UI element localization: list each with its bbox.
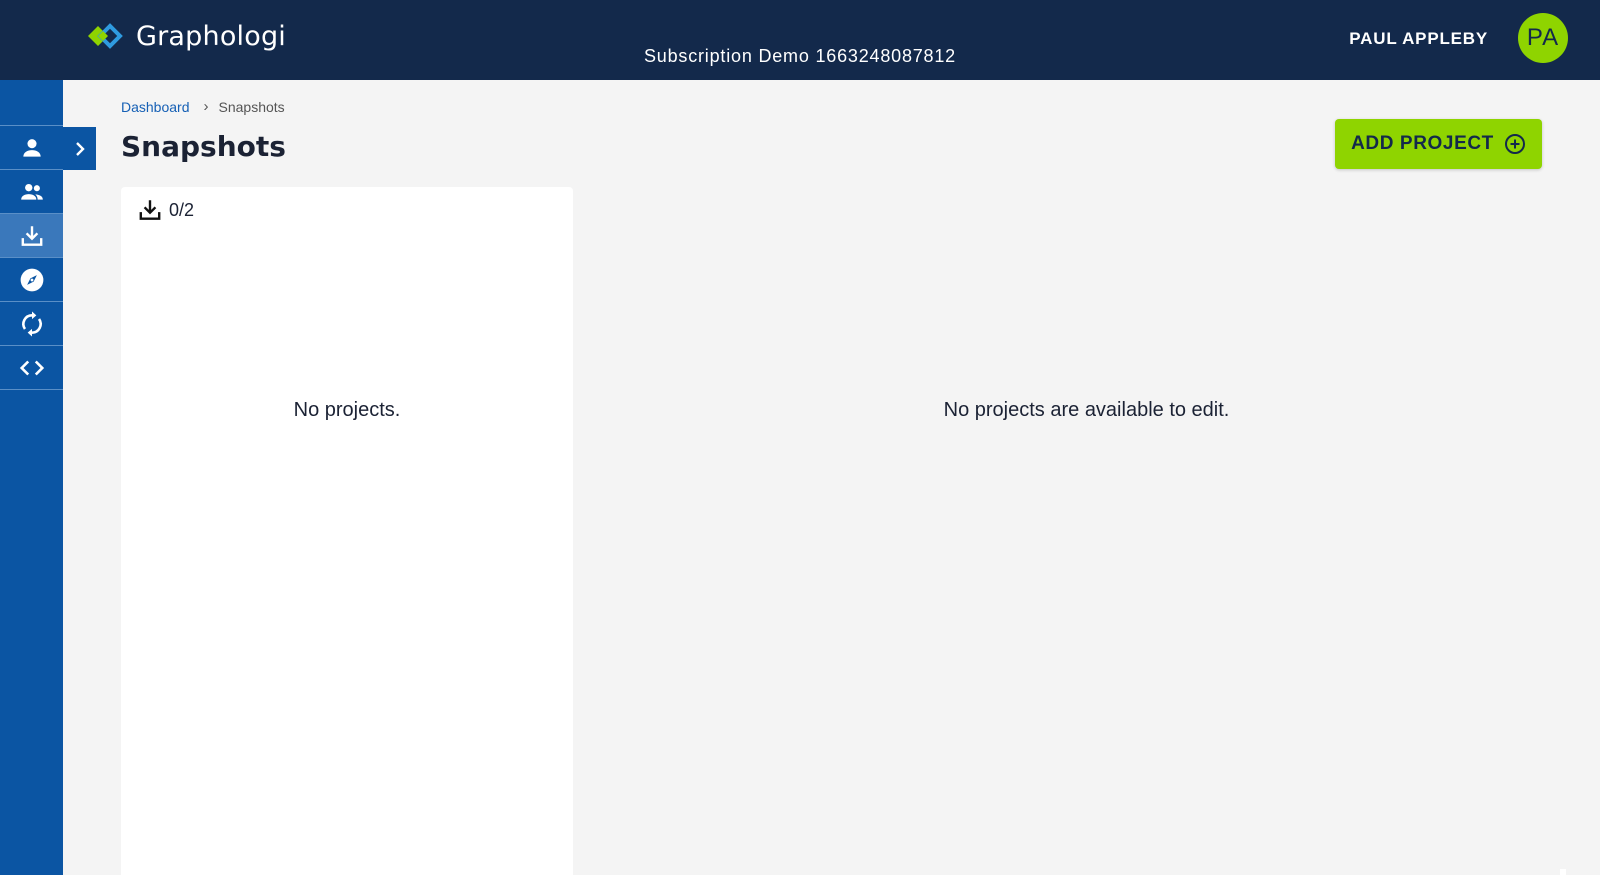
sidebar-item-sync[interactable]: [0, 302, 63, 346]
panel-header: 0/2: [137, 197, 194, 223]
breadcrumb-dashboard-link[interactable]: Dashboard: [121, 99, 190, 115]
person-icon: [22, 138, 41, 157]
sidebar-item-snapshots[interactable]: [0, 214, 63, 258]
empty-edit-message: No projects are available to edit.: [943, 399, 1230, 421]
code-icon: [19, 360, 44, 375]
avatar[interactable]: PA: [1518, 13, 1568, 63]
sidebar-item-code[interactable]: [0, 346, 63, 390]
sidebar-item-groups[interactable]: [0, 170, 63, 214]
corner-mark: [1560, 869, 1566, 875]
sync-icon: [21, 311, 42, 336]
sidebar-item-user[interactable]: [0, 126, 63, 170]
breadcrumb-current: Snapshots: [218, 98, 285, 115]
user-name[interactable]: PAUL APPLEBY: [1349, 29, 1488, 49]
compass-icon: [20, 268, 43, 291]
add-project-label: ADD PROJECT: [1351, 133, 1494, 154]
download-icon[interactable]: [137, 197, 163, 223]
top-bar: Graphologi Subscription Demo 16632480878…: [0, 0, 1600, 80]
add-circle-icon: [1504, 134, 1525, 154]
breadcrumb: Dashboard › Snapshots: [121, 98, 285, 115]
snapshot-count: 0/2: [169, 199, 195, 220]
group-icon: [20, 183, 43, 200]
sidebar: [0, 80, 63, 875]
sidebar-item-explore[interactable]: [0, 258, 63, 302]
subscription-title: Subscription Demo 1663248087812: [643, 46, 956, 66]
page-title: Snapshots: [121, 130, 286, 163]
add-project-button[interactable]: ADD PROJECT: [1335, 119, 1542, 169]
chevron-right-icon: ›: [203, 98, 209, 115]
projects-panel: 0/2 No projects.: [121, 187, 573, 875]
chevron-right-icon: [75, 141, 85, 156]
empty-projects-message: No projects.: [293, 399, 401, 421]
download-icon: [21, 225, 42, 246]
sidebar-expand-button[interactable]: [63, 127, 96, 170]
